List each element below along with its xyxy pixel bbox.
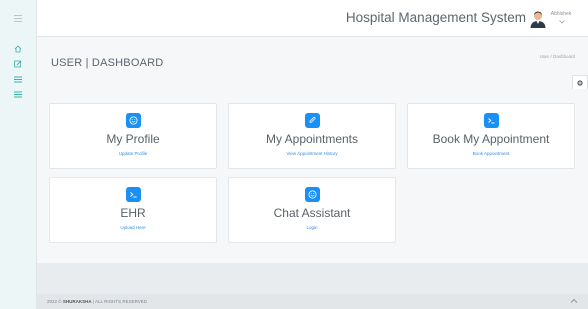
update-profile-link[interactable]: Update Profile <box>50 151 216 156</box>
terminal-icon <box>125 187 141 202</box>
menu-toggle-button[interactable] <box>0 0 36 37</box>
list-icon <box>14 91 22 97</box>
smiley-icon <box>125 113 141 128</box>
avatar[interactable] <box>529 10 547 28</box>
card-chat-assistant: Chat Assistant Login <box>228 177 396 243</box>
smiley-icon <box>304 187 320 202</box>
card-my-profile: My Profile Update Profile <box>49 103 217 169</box>
brand-name: SHURAKSHA <box>62 299 92 304</box>
chat-login-link[interactable]: Login <box>229 225 395 230</box>
copyright-text: 2022 © SHURAKSHA | ALL RIGHTS RESERVED <box>47 299 147 304</box>
card-my-appointments: My Appointments View Appointment History <box>228 103 396 169</box>
breadcrumb-root[interactable]: User <box>540 54 550 59</box>
book-appointment-link[interactable]: Book Appointment <box>408 151 574 156</box>
card-title: Book My Appointment <box>432 132 550 146</box>
page-title: USER | DASHBOARD <box>51 57 164 69</box>
chevron-down-icon[interactable] <box>559 20 565 24</box>
chevron-up-icon[interactable] <box>570 297 578 305</box>
sidebar <box>0 0 37 309</box>
sidebar-item-dashboard[interactable] <box>12 43 24 55</box>
home-icon <box>14 45 22 53</box>
card-title: Chat Assistant <box>273 206 351 220</box>
breadcrumb-separator: / <box>550 54 552 59</box>
dashboard-content: My Profile Update Profile My Appointment… <box>37 89 588 263</box>
sidebar-item-records[interactable] <box>12 88 24 100</box>
gear-icon <box>577 80 583 86</box>
terminal-icon <box>483 113 499 128</box>
rights-text: | ALL RIGHTS RESERVED <box>92 299 148 304</box>
breadcrumb-current: Dashboard <box>552 54 575 59</box>
page-header: USER | DASHBOARD User / Dashboard <box>37 37 588 89</box>
top-navbar: Hospital Management System Abhishek <box>37 0 588 37</box>
card-title: My Appointments <box>265 132 359 146</box>
sidebar-item-appointments[interactable] <box>12 58 24 70</box>
list-icon <box>14 76 22 82</box>
hamburger-icon <box>14 15 22 22</box>
sidebar-item-history[interactable] <box>12 73 24 85</box>
card-ehr: EHR Upload Here <box>49 177 217 243</box>
card-title: EHR <box>120 206 146 220</box>
user-name[interactable]: Abhishek <box>546 11 576 17</box>
paperclip-icon <box>304 113 320 128</box>
system-title: Hospital Management System <box>345 10 526 25</box>
footer: 2022 © SHURAKSHA | ALL RIGHTS RESERVED <box>37 294 588 309</box>
upload-ehr-link[interactable]: Upload Here <box>50 225 216 230</box>
copyright-year: 2022 © <box>47 299 62 304</box>
card-book-appointment: Book My Appointment Book Appointment <box>407 103 575 169</box>
card-title: My Profile <box>106 132 160 146</box>
edit-icon <box>14 60 22 68</box>
breadcrumb: User / Dashboard <box>540 54 575 59</box>
appointment-history-link[interactable]: View Appointment History <box>229 151 395 156</box>
